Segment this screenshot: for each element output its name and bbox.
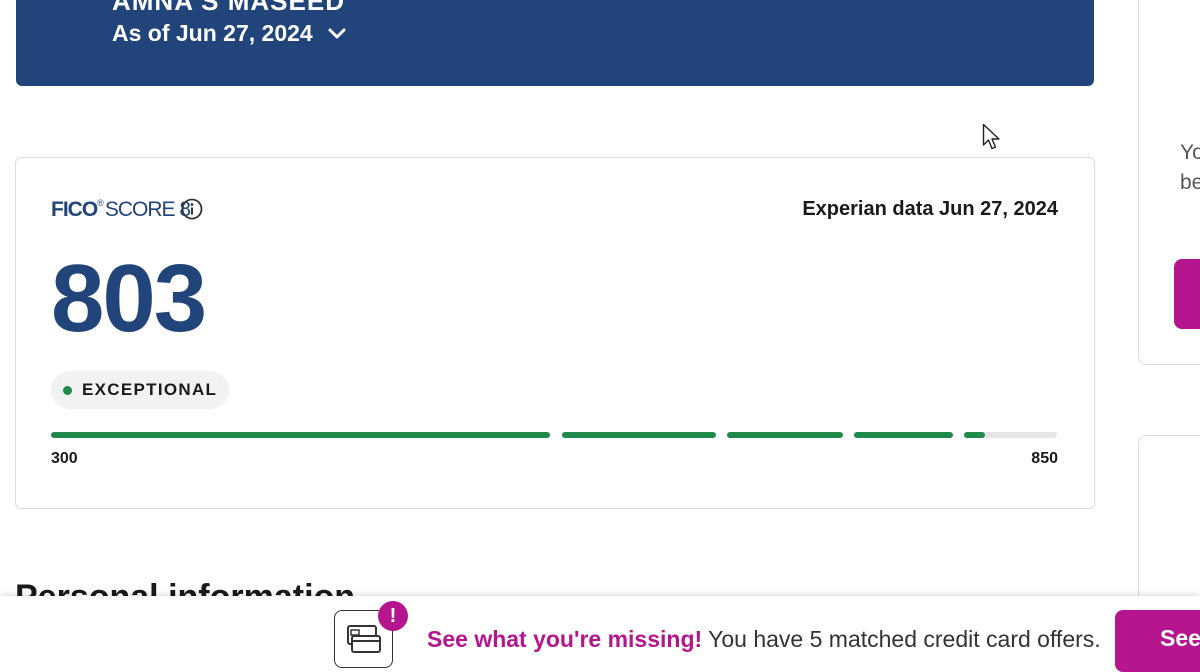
credit-score-card: FICO ® SCORE 8 Experian data Jun 27, 2024 … (15, 157, 1095, 509)
chevron-down-icon[interactable] (327, 27, 347, 41)
score-range-max: 850 (1031, 450, 1058, 467)
score-range-min: 300 (51, 450, 78, 467)
fico-score-logo: FICO ® SCORE 8 (51, 198, 191, 222)
alert-badge: ! (378, 601, 408, 631)
report-header-banner: AMNA'S MASEED As of Jun 27, 2024 (16, 0, 1094, 86)
score-range-segment (727, 432, 843, 438)
report-owner-title: AMNA'S MASEED (112, 0, 345, 16)
sidebar-text-line: Yo (1180, 141, 1200, 164)
credit-score-value: 803 (51, 245, 207, 352)
score-range-segment (51, 432, 550, 438)
see-offers-button[interactable]: See (1115, 610, 1200, 672)
score-range-segment (854, 432, 953, 438)
credit-card-offers-banner: ! See what you're missing! You have 5 ma… (0, 596, 1200, 672)
promo-message: See what you're missing! You have 5 matc… (427, 626, 1101, 653)
promo-message-body: You have 5 matched credit card offers. (702, 626, 1101, 652)
info-icon[interactable] (181, 198, 203, 220)
sidebar-text-line: be (1180, 171, 1200, 194)
report-date-label: As of Jun 27, 2024 (112, 20, 313, 46)
score-range-segment (562, 432, 716, 438)
sidebar-action-button[interactable] (1174, 259, 1200, 329)
score-range-segment-fill (964, 432, 985, 438)
fico-logo-score-version: SCORE 8 (104, 198, 191, 221)
promo-highlight: See what you're missing! (427, 626, 703, 652)
fico-logo-wordmark: FICO (51, 198, 98, 221)
status-dot (63, 385, 72, 395)
score-rating-badge: EXCEPTIONAL (51, 371, 230, 409)
report-date-selector[interactable]: As of Jun 27, 2024 (112, 20, 347, 47)
score-rating-label: EXCEPTIONAL (82, 380, 218, 399)
sidebar-card-text: Yo be (1180, 138, 1200, 198)
bureau-data-date: Experian data Jun 27, 2024 (802, 198, 1058, 220)
cursor-icon (982, 123, 1002, 156)
fico-logo-registered-mark: ® (97, 198, 104, 208)
score-range-segment (964, 432, 1057, 438)
